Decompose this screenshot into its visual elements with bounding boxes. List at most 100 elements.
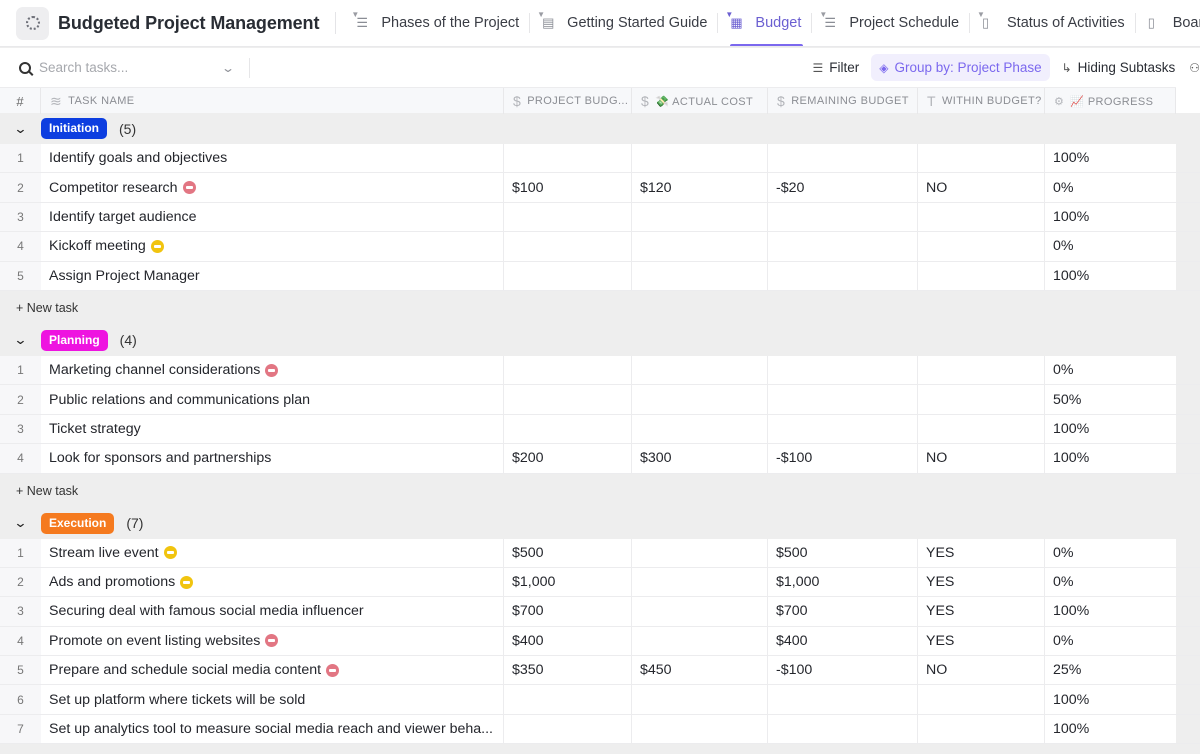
group-by-button[interactable]: ◈ Group by: Project Phase [871, 54, 1050, 81]
actual-cost-cell[interactable] [632, 261, 768, 290]
project-budget-cell[interactable] [504, 385, 632, 414]
group-badge[interactable]: Planning [41, 329, 108, 351]
more-button[interactable]: ⚇ [1187, 54, 1200, 81]
task-name[interactable]: Prepare and schedule social media conten… [49, 662, 321, 678]
blocked-status-icon[interactable] [182, 181, 196, 195]
task-name[interactable]: Securing deal with famous social media i… [49, 603, 364, 619]
progress-cell[interactable]: 0% [1045, 538, 1176, 567]
actual-cost-cell[interactable] [632, 597, 768, 626]
remaining-budget-cell[interactable] [768, 714, 918, 744]
project-budget-cell[interactable]: $500 [504, 538, 632, 567]
task-name[interactable]: Ads and promotions [49, 574, 175, 590]
column-header-actual-cost[interactable]: $ 💸 ACTUAL COST [632, 88, 768, 114]
actual-cost-cell[interactable] [632, 355, 768, 385]
task-name-cell[interactable]: Securing deal with famous social media i… [41, 597, 504, 626]
within-budget-cell[interactable] [918, 232, 1045, 261]
search-input[interactable] [39, 60, 219, 75]
progress-cell[interactable]: 100% [1045, 261, 1176, 290]
table-row[interactable]: 4 Kickoff meeting 0% [0, 232, 1200, 262]
within-budget-cell[interactable] [918, 355, 1045, 385]
project-budget-cell[interactable]: $400 [504, 626, 632, 656]
task-name[interactable]: Set up analytics tool to measure social … [49, 721, 493, 737]
filter-button[interactable]: ☰ Filter [805, 54, 868, 81]
project-budget-cell[interactable] [504, 232, 632, 261]
tab-getting-started-guide[interactable]: ▤ ▼ Getting Started Guide [530, 0, 717, 46]
remaining-budget-cell[interactable]: -$100 [768, 656, 918, 685]
actual-cost-cell[interactable] [632, 232, 768, 261]
actual-cost-cell[interactable] [632, 202, 768, 232]
remaining-budget-cell[interactable] [768, 261, 918, 290]
chevron-down-icon[interactable]: ⌄ [221, 61, 235, 75]
column-header-remaining-budget[interactable]: $ REMAINING BUDGET [768, 88, 918, 114]
within-budget-cell[interactable]: YES [918, 626, 1045, 656]
actual-cost-cell[interactable] [632, 414, 768, 444]
actual-cost-cell[interactable] [632, 714, 768, 744]
table-row[interactable]: 5 Assign Project Manager 100% [0, 261, 1200, 291]
task-name[interactable]: Identify goals and objectives [49, 150, 227, 166]
waiting-status-icon[interactable] [163, 546, 177, 560]
progress-cell[interactable]: 100% [1045, 202, 1176, 232]
task-name-cell[interactable]: Ticket strategy [41, 414, 504, 444]
actual-cost-cell[interactable] [632, 685, 768, 714]
project-budget-cell[interactable] [504, 355, 632, 385]
within-budget-cell[interactable] [918, 144, 1045, 173]
remaining-budget-cell[interactable]: -$20 [768, 173, 918, 202]
task-name[interactable]: Marketing channel considerations [49, 362, 260, 378]
project-budget-cell[interactable] [504, 714, 632, 744]
progress-cell[interactable]: 0% [1045, 173, 1176, 202]
table-row[interactable]: 4 Look for sponsors and partnerships $200 $… [0, 444, 1200, 474]
actual-cost-cell[interactable]: $450 [632, 656, 768, 685]
table-row[interactable]: 3 Identify target audience 100% [0, 202, 1200, 233]
task-name-cell[interactable]: Identify target audience [41, 202, 504, 232]
table-row[interactable]: 2 Competitor research $100 $120 -$20 NO 0% [0, 173, 1200, 203]
table-row[interactable]: 1 Identify goals and objectives 100% [0, 144, 1200, 174]
actual-cost-cell[interactable]: $120 [632, 173, 768, 202]
task-name[interactable]: Assign Project Manager [49, 268, 200, 284]
actual-cost-cell[interactable] [632, 144, 768, 173]
within-budget-cell[interactable]: NO [918, 444, 1045, 473]
column-header-task-name[interactable]: ≋ TASK NAME [41, 88, 504, 114]
project-budget-cell[interactable]: $200 [504, 444, 632, 473]
progress-cell[interactable]: 0% [1045, 567, 1176, 597]
blocked-status-icon[interactable] [265, 634, 279, 648]
within-budget-cell[interactable]: NO [918, 656, 1045, 685]
actual-cost-cell[interactable]: $300 [632, 444, 768, 473]
project-budget-cell[interactable]: $100 [504, 173, 632, 202]
task-name[interactable]: Look for sponsors and partnerships [49, 450, 271, 466]
task-name-cell[interactable]: Promote on event listing websites [41, 626, 504, 656]
table-row[interactable]: 7 Set up analytics tool to measure social… [0, 714, 1200, 745]
task-name-cell[interactable]: Ads and promotions [41, 567, 504, 597]
remaining-budget-cell[interactable] [768, 414, 918, 444]
remaining-budget-cell[interactable]: -$100 [768, 444, 918, 473]
remaining-budget-cell[interactable] [768, 202, 918, 232]
table-row[interactable]: 1 Stream live event $500 $500 YES 0% [0, 538, 1200, 568]
progress-cell[interactable]: 0% [1045, 232, 1176, 261]
remaining-budget-cell[interactable] [768, 685, 918, 714]
new-task-button[interactable]: + New task [0, 474, 1200, 508]
task-name-cell[interactable]: Competitor research [41, 173, 504, 202]
tab-project-schedule[interactable]: ☰ ▼ Project Schedule [812, 0, 969, 46]
blocked-status-icon[interactable] [326, 663, 340, 677]
app-icon[interactable] [16, 6, 49, 40]
table-row[interactable]: 3 Securing deal with famous social media … [0, 597, 1200, 627]
tab-phases-of-the-project[interactable]: ☰ ▼ Phases of the Project [344, 0, 529, 46]
task-name-cell[interactable]: Set up platform where tickets will be so… [41, 685, 504, 714]
project-budget-cell[interactable] [504, 144, 632, 173]
within-budget-cell[interactable] [918, 261, 1045, 290]
task-name[interactable]: Identify target audience [49, 209, 197, 225]
within-budget-cell[interactable] [918, 385, 1045, 414]
task-name[interactable]: Set up platform where tickets will be so… [49, 692, 305, 708]
chevron-down-icon[interactable]: ⌄ [0, 332, 47, 348]
tab-status-of-activities[interactable]: ▯ ▼ Status of Activities [970, 0, 1135, 46]
project-budget-cell[interactable] [504, 685, 632, 714]
task-name-cell[interactable]: Stream live event [41, 538, 504, 567]
within-budget-cell[interactable] [918, 685, 1045, 714]
table-row[interactable]: 4 Promote on event listing websites $400 $4… [0, 626, 1200, 657]
remaining-budget-cell[interactable] [768, 144, 918, 173]
remaining-budget-cell[interactable] [768, 385, 918, 414]
table-row[interactable]: 5 Prepare and schedule social media conte… [0, 656, 1200, 686]
progress-cell[interactable]: 50% [1045, 385, 1176, 414]
subtasks-toggle-button[interactable]: ↳ Hiding Subtasks [1054, 54, 1184, 81]
task-name-cell[interactable]: Prepare and schedule social media conten… [41, 656, 504, 685]
remaining-budget-cell[interactable] [768, 355, 918, 385]
